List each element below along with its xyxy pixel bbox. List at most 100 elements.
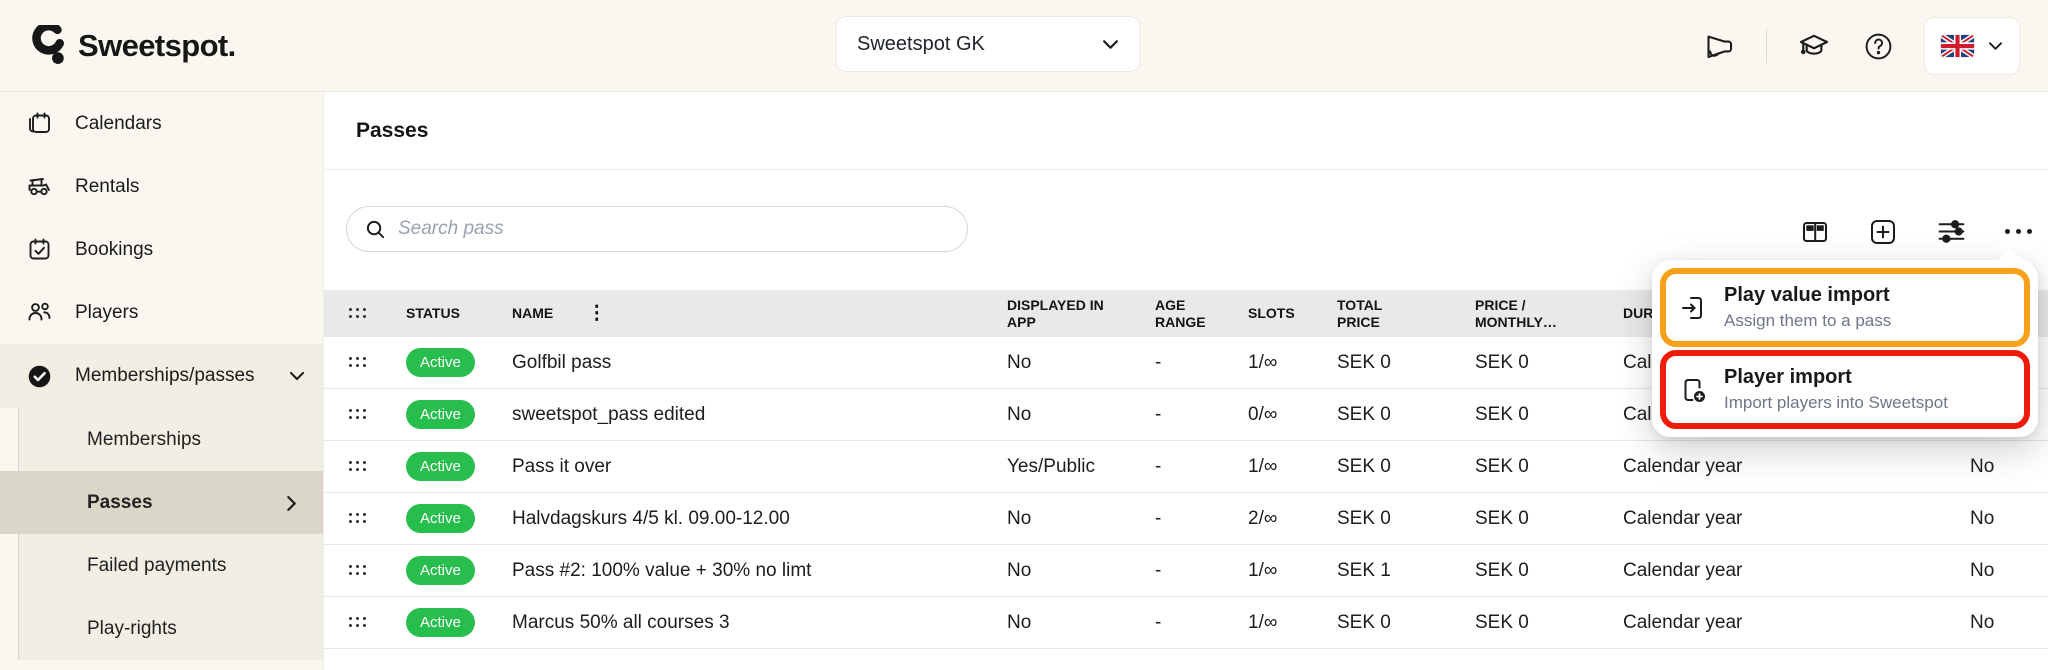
table-row[interactable]: Active Halvdagskurs 4/5 kl. 09.00-12.00 … <box>324 493 2048 545</box>
menu-item-subtitle: Assign them to a pass <box>1724 311 1891 331</box>
table-row[interactable]: Active Pass it over Yes/Public - 1/∞ SEK… <box>324 441 2048 493</box>
filters-button[interactable] <box>1934 214 1969 249</box>
sidebar-subitem-label: Passes <box>87 492 153 514</box>
price-monthly-cell: SEK 0 <box>1475 352 1623 374</box>
columns-button[interactable] <box>1798 215 1832 249</box>
menu-item-player-import[interactable]: Player import Import players into Sweets… <box>1666 356 2024 423</box>
status-badge: Active <box>406 348 475 377</box>
highlight-annotation-orange: Play value import Assign them to a pass <box>1660 268 2030 347</box>
slots-cell: 2/∞ <box>1248 508 1337 530</box>
memberships-group: Memberships/passes Memberships Passes Fa… <box>0 344 323 660</box>
table-toolbar <box>1798 214 2034 249</box>
displayed-cell: No <box>1007 508 1155 530</box>
menu-item-subtitle: Import players into Sweetspot <box>1724 393 1948 413</box>
price-monthly-cell: SEK 0 <box>1475 404 1623 426</box>
sweetspot-logo[interactable]: Sweetspot. <box>30 25 236 67</box>
sidebar-item-calendars[interactable]: Calendars <box>0 92 323 155</box>
language-selector[interactable] <box>1924 17 2020 75</box>
name-cell: Halvdagskurs 4/5 kl. 09.00-12.00 <box>512 508 1007 530</box>
total-price-cell: SEK 0 <box>1337 508 1475 530</box>
duration-cell: Calendar year <box>1623 612 1958 634</box>
trailing-cell: No <box>1958 612 2048 634</box>
sidebar-subitem-label: Memberships <box>87 429 201 451</box>
highlight-annotation-red: Player import Import players into Sweets… <box>1660 350 2030 429</box>
sidebar-item-label: Memberships/passes <box>75 365 255 387</box>
academy-button[interactable] <box>1795 27 1833 65</box>
sidebar-subitem-label: Play-rights <box>87 618 177 640</box>
header-status: STATUS <box>406 305 512 322</box>
duration-cell: Calendar year <box>1623 456 1958 478</box>
displayed-cell: No <box>1007 352 1155 374</box>
row-drag-handle[interactable] <box>324 513 406 524</box>
name-cell: Marcus 50% all courses 3 <box>512 612 1007 634</box>
players-icon <box>26 299 53 326</box>
search-input[interactable] <box>398 218 949 240</box>
sweetspot-logo-icon <box>30 25 66 67</box>
page-title: Passes <box>356 119 428 143</box>
total-price-cell: SEK 0 <box>1337 352 1475 374</box>
sidebar-subitem-passes[interactable]: Passes <box>0 471 323 534</box>
announcements-button[interactable] <box>1701 28 1738 65</box>
age-cell: - <box>1155 456 1248 478</box>
row-drag-handle[interactable] <box>324 409 406 420</box>
status-cell: Active <box>406 556 512 585</box>
club-selector[interactable]: Sweetspot GK <box>836 16 1140 72</box>
menu-item-play-value-import[interactable]: Play value import Assign them to a pass <box>1666 274 2024 341</box>
total-price-cell: SEK 0 <box>1337 456 1475 478</box>
total-price-cell: SEK 1 <box>1337 560 1475 582</box>
file-import-icon <box>1678 293 1708 323</box>
status-cell: Active <box>406 608 512 637</box>
slots-cell: 1/∞ <box>1248 612 1337 634</box>
age-cell: - <box>1155 612 1248 634</box>
add-pass-button[interactable] <box>1866 215 1900 249</box>
row-drag-handle[interactable] <box>324 357 406 368</box>
price-monthly-cell: SEK 0 <box>1475 456 1623 478</box>
header-drag-handle[interactable] <box>324 308 406 319</box>
row-drag-handle[interactable] <box>324 617 406 628</box>
column-menu-icon[interactable]: ⋮ <box>587 304 606 323</box>
price-monthly-cell: SEK 0 <box>1475 508 1623 530</box>
memberships-submenu: Memberships Passes Failed payments Play-… <box>0 408 323 660</box>
chevron-down-icon <box>1102 39 1119 50</box>
chevron-right-icon <box>286 495 297 512</box>
sidebar-item-rentals[interactable]: Rentals <box>0 155 323 218</box>
displayed-cell: No <box>1007 612 1155 634</box>
table-row[interactable]: Active Marcus 50% all courses 3 No - 1/∞… <box>324 597 2048 649</box>
ellipsis-icon <box>2005 229 2032 234</box>
calendars-icon <box>26 110 53 137</box>
sidebar-item-memberships-passes[interactable]: Memberships/passes <box>0 344 323 408</box>
row-drag-handle[interactable] <box>324 565 406 576</box>
megaphone-icon <box>1703 30 1736 63</box>
displayed-cell: No <box>1007 560 1155 582</box>
age-cell: - <box>1155 352 1248 374</box>
status-badge: Active <box>406 504 475 533</box>
sidebar-subitem-play-rights[interactable]: Play-rights <box>0 597 323 660</box>
status-cell: Active <box>406 504 512 533</box>
search-box <box>346 206 968 252</box>
graduation-cap-icon <box>1797 29 1831 63</box>
header-slots: SLOTS <box>1248 305 1337 322</box>
sidebar-item-label: Rentals <box>75 176 139 198</box>
columns-icon <box>1800 217 1830 247</box>
page-header: Passes <box>324 92 2048 170</box>
sidebar-subitem-memberships[interactable]: Memberships <box>0 408 323 471</box>
sidebar-item-bookings[interactable]: Bookings <box>0 218 323 281</box>
trailing-cell: No <box>1958 456 2048 478</box>
sweetspot-app: { "brand": { "logo": "Sweetspot." }, "to… <box>0 0 2048 670</box>
duration-cell: Calendar year <box>1623 508 1958 530</box>
age-cell: - <box>1155 560 1248 582</box>
sidebar-subitem-failed-payments[interactable]: Failed payments <box>0 534 323 597</box>
sidebar-subitem-label: Failed payments <box>87 555 226 577</box>
table-row[interactable]: Active Pass #2: 100% value + 30% no limt… <box>324 545 2048 597</box>
golf-cart-icon <box>26 173 53 200</box>
help-button[interactable] <box>1861 29 1896 64</box>
header-name: NAME ⋮ <box>512 304 1007 323</box>
name-cell: Pass #2: 100% value + 30% no limt <box>512 560 1007 582</box>
more-options-button[interactable] <box>2003 227 2034 236</box>
sidebar-item-players[interactable]: Players <box>0 281 323 344</box>
status-badge: Active <box>406 400 475 429</box>
row-drag-handle[interactable] <box>324 461 406 472</box>
status-cell: Active <box>406 400 512 429</box>
duration-cell: Calendar year <box>1623 560 1958 582</box>
membership-badge-icon <box>26 363 53 390</box>
